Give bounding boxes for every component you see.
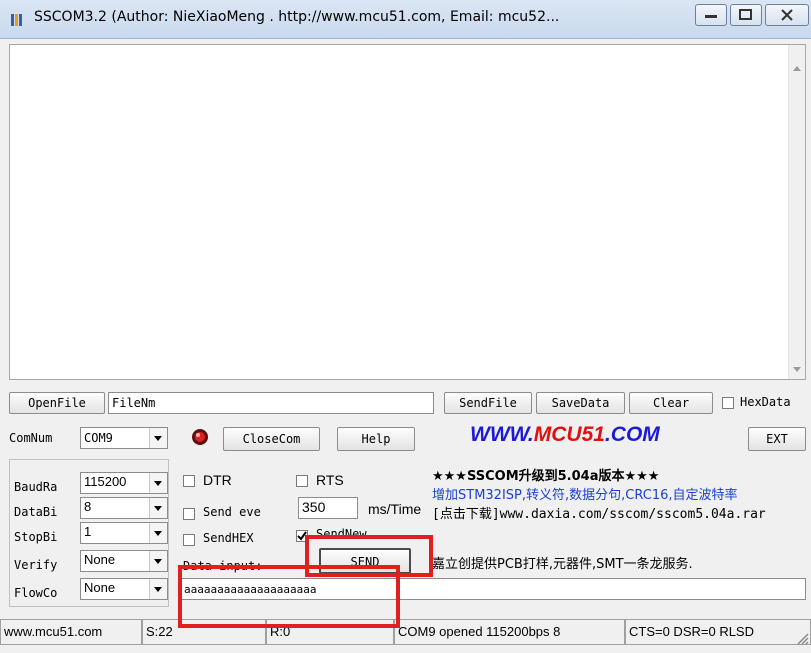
verify-value: None bbox=[84, 552, 116, 567]
interval-unit-label: ms/Time bbox=[368, 501, 422, 517]
minimize-icon bbox=[705, 15, 717, 18]
send-every-checkbox[interactable] bbox=[183, 508, 195, 520]
flow-control-value: None bbox=[84, 580, 116, 595]
status-bar: www.mcu51.com S:22 R:0 COM9 opened 11520… bbox=[0, 615, 811, 653]
chevron-down-icon[interactable] bbox=[149, 473, 167, 493]
app-icon bbox=[10, 12, 26, 28]
resize-grip-icon[interactable] bbox=[795, 630, 809, 649]
clear-button[interactable]: Clear bbox=[629, 392, 713, 414]
promo-panel[interactable]: ★★★SSCOM升级到5.04a版本★★★ 增加STM32ISP,转义符,数据分… bbox=[430, 464, 811, 574]
sscom-window: SSCOM3.2 (Author: NieXiaoMeng . http://w… bbox=[0, 0, 811, 653]
chevron-down-icon[interactable] bbox=[149, 551, 167, 571]
send-every-label: Send eve bbox=[203, 505, 261, 519]
com-num-select[interactable]: COM9 bbox=[80, 427, 168, 449]
flow-control-select[interactable]: None bbox=[80, 578, 168, 600]
status-signals: CTS=0 DSR=0 RLSD bbox=[625, 619, 811, 645]
data-bits-select[interactable]: 8 bbox=[80, 497, 168, 519]
status-site: www.mcu51.com bbox=[0, 619, 142, 645]
save-data-button[interactable]: SaveData bbox=[536, 392, 625, 414]
maximize-icon bbox=[739, 9, 752, 20]
exit-button[interactable]: EXT bbox=[748, 427, 806, 451]
dtr-checkbox[interactable] bbox=[183, 475, 195, 487]
verify-select[interactable]: None bbox=[80, 550, 168, 572]
rts-checkbox[interactable] bbox=[296, 475, 308, 487]
chevron-down-icon[interactable] bbox=[149, 498, 167, 518]
verify-label: Verify bbox=[14, 558, 58, 572]
promo-line-2[interactable]: 增加STM32ISP,转义符,数据分句,CRC16,自定波特率 bbox=[432, 484, 738, 503]
close-com-button[interactable]: CloseCom bbox=[223, 427, 320, 451]
receive-text-area[interactable] bbox=[9, 44, 806, 380]
chevron-down-icon[interactable] bbox=[149, 523, 167, 543]
baud-rate-label: BaudRa bbox=[14, 480, 58, 494]
open-file-button[interactable]: OpenFile bbox=[9, 392, 105, 414]
chevron-down-icon[interactable] bbox=[149, 428, 167, 448]
com-num-label: ComNum bbox=[9, 431, 53, 445]
minimize-button[interactable] bbox=[695, 4, 727, 26]
stop-bits-label: StopBi bbox=[14, 530, 58, 544]
receive-scrollbar[interactable] bbox=[788, 45, 805, 379]
hex-data-checkbox[interactable] bbox=[722, 397, 734, 409]
stop-bits-select[interactable]: 1 bbox=[80, 522, 168, 544]
close-window-button[interactable] bbox=[765, 4, 809, 26]
brand-middle: MCU51 bbox=[533, 423, 605, 446]
brand-prefix: WWW. bbox=[470, 423, 534, 446]
help-button[interactable]: Help bbox=[337, 427, 415, 451]
file-name-input[interactable]: FileNm bbox=[108, 392, 434, 414]
title-bar[interactable]: SSCOM3.2 (Author: NieXiaoMeng . http://w… bbox=[0, 0, 811, 39]
baud-rate-value: 115200 bbox=[84, 474, 127, 489]
chevron-down-icon[interactable] bbox=[149, 579, 167, 599]
status-port-state: COM9 opened 115200bps 8 bbox=[394, 619, 625, 645]
port-status-led-icon bbox=[190, 427, 210, 447]
dtr-label: DTR bbox=[203, 472, 232, 488]
flow-control-label: FlowCo bbox=[14, 586, 58, 600]
send-hex-label: SendHEX bbox=[203, 531, 254, 545]
baud-rate-select[interactable]: 115200 bbox=[80, 472, 168, 494]
mcu51-brand-link[interactable]: WWW.MCU51.COM bbox=[470, 423, 660, 447]
promo-line-1: ★★★SSCOM升级到5.04a版本★★★ bbox=[432, 469, 660, 484]
data-bits-label: DataBi bbox=[14, 505, 58, 519]
scroll-arrows-icon bbox=[793, 66, 801, 372]
close-icon bbox=[781, 9, 793, 21]
rts-label: RTS bbox=[316, 472, 344, 488]
input-highlight-box bbox=[178, 565, 400, 628]
maximize-button[interactable] bbox=[730, 4, 762, 26]
com-num-value: COM9 bbox=[84, 431, 113, 445]
promo-download-link[interactable]: [点击下载]www.daxia.com/sscom/sscom5.04a.rar bbox=[432, 503, 766, 522]
send-file-button[interactable]: SendFile bbox=[444, 392, 532, 414]
window-title: SSCOM3.2 (Author: NieXiaoMeng . http://w… bbox=[34, 9, 560, 25]
stop-bits-value: 1 bbox=[84, 524, 92, 539]
brand-suffix: .COM bbox=[604, 423, 660, 446]
hex-data-label: HexData bbox=[740, 395, 791, 409]
send-interval-input[interactable]: 350 bbox=[298, 497, 358, 519]
data-bits-value: 8 bbox=[84, 499, 92, 514]
send-hex-checkbox[interactable] bbox=[183, 534, 195, 546]
promo-line-4[interactable]: 嘉立创提供PCB打样,元器件,SMT一条龙服务. bbox=[432, 553, 693, 572]
